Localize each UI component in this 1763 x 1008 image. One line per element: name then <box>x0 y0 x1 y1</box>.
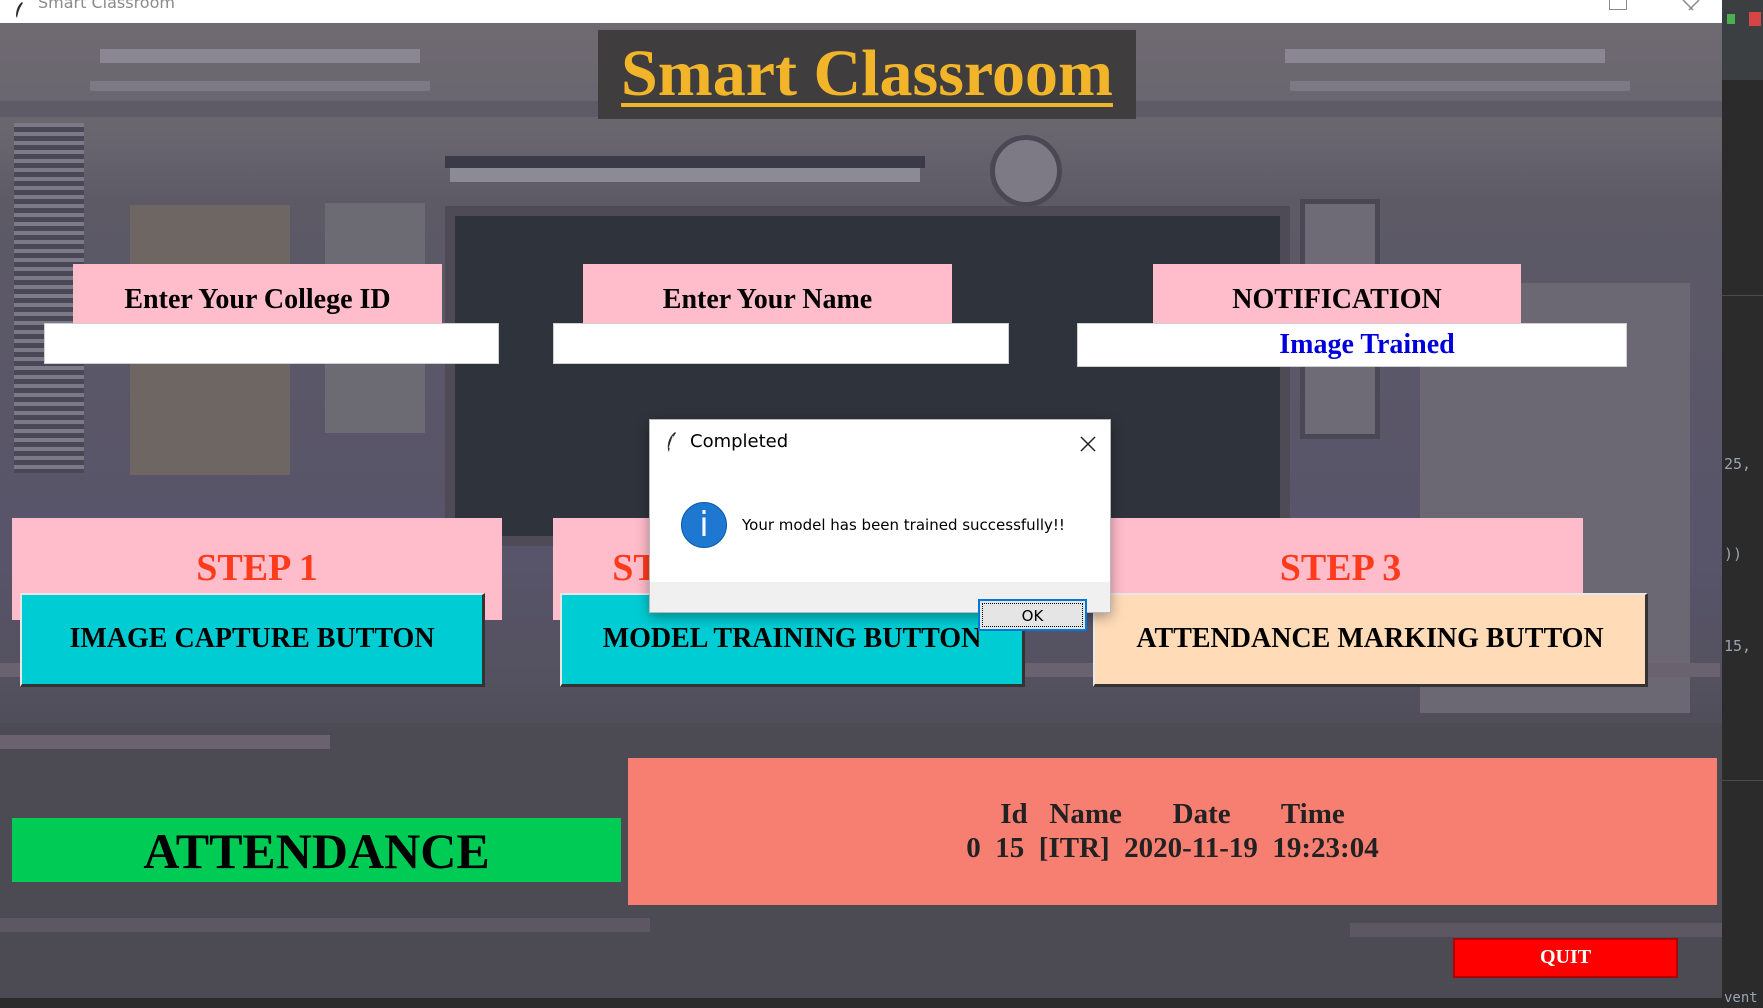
college-id-label-text: Enter Your College ID <box>124 284 391 315</box>
maximize-icon[interactable] <box>1609 0 1627 10</box>
quit-button[interactable]: QUIT <box>1453 938 1678 978</box>
name-label-text: Enter Your Name <box>662 284 873 315</box>
ceiling-light <box>90 81 430 91</box>
step-3-text: STEP 3 <box>1279 547 1402 589</box>
app-heading-text: Smart Classroom <box>621 37 1113 110</box>
attendance-table: Id Name Date Time 0 15 [ITR] 2020-11-19 … <box>628 758 1717 905</box>
image-capture-button[interactable]: IMAGE CAPTURE BUTTON <box>20 593 485 687</box>
attendance-marking-button-label: ATTENDANCE MARKING BUTTON <box>1136 623 1604 654</box>
image-capture-button-label: IMAGE CAPTURE BUTTON <box>69 623 435 654</box>
window-bottom-edge <box>0 998 1722 1008</box>
ceiling-light <box>1285 49 1605 63</box>
ide-code-fragment: )) <box>1724 545 1743 563</box>
window-close-icon[interactable] <box>1680 0 1702 12</box>
info-icon: i <box>681 502 727 548</box>
projector-bar <box>445 156 925 168</box>
attendance-marking-button[interactable]: ATTENDANCE MARKING BUTTON <box>1093 593 1648 687</box>
dialog-title: Completed <box>690 431 789 452</box>
desk-top <box>1350 923 1722 937</box>
projector-screen-roll <box>450 168 920 182</box>
app-heading: Smart Classroom <box>598 30 1136 119</box>
model-training-button-label: MODEL TRAINING BUTTON <box>602 623 982 654</box>
attendance-label-text: ATTENDANCE <box>143 823 490 879</box>
dialog-message: Your model has been trained successfully… <box>742 516 1065 534</box>
ide-run-indicator <box>1727 14 1735 24</box>
feather-icon <box>667 432 676 452</box>
completed-dialog: Completed i Your model has been trained … <box>649 419 1111 631</box>
ok-button-label: OK <box>1021 607 1044 625</box>
attendance-table-row: 0 15 [ITR] 2020-11-19 19:23:04 <box>966 832 1379 864</box>
ide-stop-indicator <box>1749 12 1761 26</box>
dialog-close-icon[interactable] <box>1078 434 1098 454</box>
ide-code-fragment: 25, <box>1724 455 1752 473</box>
ceiling-light <box>1290 81 1630 91</box>
attendance-label: ATTENDANCE <box>12 818 621 882</box>
ide-background-panel: 25, )) 15, vent L <box>1722 0 1763 1008</box>
feather-icon <box>16 2 23 18</box>
ide-divider <box>1722 295 1763 296</box>
college-id-label: Enter Your College ID <box>73 264 442 323</box>
name-input[interactable] <box>553 323 1009 364</box>
college-id-input[interactable] <box>44 323 499 364</box>
wall-clock-icon <box>990 135 1062 207</box>
ok-button[interactable]: OK <box>978 599 1087 631</box>
name-label: Enter Your Name <box>583 264 952 323</box>
ide-status-fragment: vent L <box>1724 990 1763 1006</box>
quit-button-label: QUIT <box>1539 946 1592 968</box>
step-1-text: STEP 1 <box>196 547 318 589</box>
notification-label: NOTIFICATION <box>1153 264 1521 323</box>
ide-divider <box>1722 780 1763 781</box>
desk-top <box>0 735 330 749</box>
ceiling-light <box>100 49 420 63</box>
window-title: Smart Classroom <box>38 0 175 12</box>
notification-label-text: NOTIFICATION <box>1232 284 1442 315</box>
desk-top <box>0 918 650 932</box>
window-titlebar: Smart Classroom <box>0 0 1722 23</box>
ide-code-fragment: 15, <box>1724 637 1752 655</box>
notification-display: Image Trained <box>1077 323 1627 367</box>
attendance-table-header: Id Name Date Time <box>1000 798 1345 830</box>
step-3-label: STEP 3 <box>1098 518 1583 593</box>
